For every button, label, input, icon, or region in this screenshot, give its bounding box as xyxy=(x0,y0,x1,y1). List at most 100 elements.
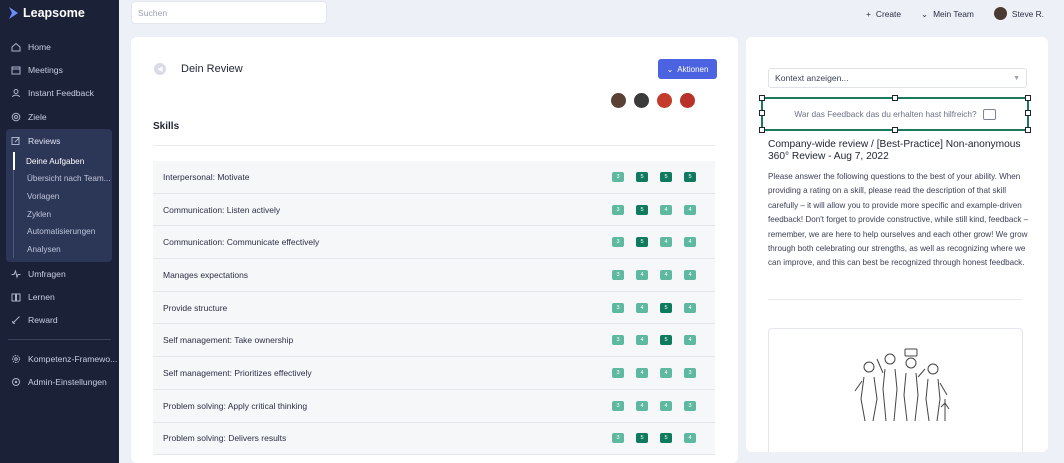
rating-badge: 3 xyxy=(612,367,624,378)
table-row[interactable]: Self management: Take ownership 3 4 5 4 xyxy=(153,324,715,358)
sidebar-item-reward[interactable]: Reward xyxy=(0,309,119,332)
sidebar-subitem-analysen[interactable]: Analysen xyxy=(22,240,112,258)
sidebar-item-lernen[interactable]: Lernen xyxy=(0,285,119,308)
divider xyxy=(153,145,715,146)
review-card: ◀ Dein Review ⌄ Aktionen Skills Interper… xyxy=(131,37,738,463)
table-row[interactable]: Problem solving: Apply critical thinking… xyxy=(153,389,715,423)
reviewer-avatars xyxy=(611,93,695,108)
page-title: Dein Review xyxy=(181,63,243,75)
table-row[interactable]: Provide structure 3 4 5 4 xyxy=(153,291,715,325)
resize-handle[interactable] xyxy=(759,127,765,133)
context-select[interactable]: Kontext anzeigen... ▼ xyxy=(768,68,1027,88)
resize-handle[interactable] xyxy=(759,95,765,101)
sidebar-item-home[interactable]: Home xyxy=(0,35,119,58)
sidebar-subitem-zyklen[interactable]: Zyklen xyxy=(22,205,112,223)
sidebar-subitem-automatisierungen[interactable]: Automatisierungen xyxy=(22,223,112,241)
rating-badge: 3 xyxy=(612,204,624,215)
rating-badge: 3 xyxy=(612,171,624,182)
rating-group: 3 4 4 4 xyxy=(612,269,705,280)
resize-handle[interactable] xyxy=(1025,127,1031,133)
table-row[interactable]: Manages expectations 3 4 4 4 xyxy=(153,259,715,292)
rating-badge: 4 xyxy=(684,302,696,313)
create-button[interactable]: + Create xyxy=(866,9,901,19)
search-input[interactable]: Suchen xyxy=(131,1,327,24)
sidebar-item-umfragen[interactable]: Umfragen xyxy=(0,262,119,285)
review-description: Please answer the following questions to… xyxy=(768,172,1029,268)
sidebar-subitem-vorlagen[interactable]: Vorlagen xyxy=(22,188,112,206)
rating-badge: 4 xyxy=(684,433,696,444)
rating-group: 3 4 4 3 xyxy=(612,367,705,378)
user-menu[interactable]: Steve R. xyxy=(993,7,1044,20)
skill-label: Provide structure xyxy=(163,302,228,313)
sidebar-item-label: Reward xyxy=(28,315,58,326)
sidebar: Leapsome Home Meetings Instant Feedback … xyxy=(0,0,119,463)
sidebar-item-instant-feedback[interactable]: Instant Feedback xyxy=(0,82,119,105)
plus-icon: + xyxy=(865,8,871,19)
home-icon xyxy=(11,42,21,52)
divider xyxy=(768,299,1022,300)
main-nav: Home Meetings Instant Feedback Ziele Rev… xyxy=(0,35,119,394)
table-row[interactable]: Interpersonal: Motivate 3 5 5 5 xyxy=(153,161,715,194)
resize-handle[interactable] xyxy=(892,95,898,101)
skill-label: Communication: Communicate effectively xyxy=(163,237,320,248)
feedback-helpful-prompt[interactable]: War das Feedback das du erhalten hast hi… xyxy=(759,95,1031,133)
rating-badge: 4 xyxy=(684,237,696,248)
sidebar-item-label: Kompetenz-Framewo... xyxy=(28,353,118,364)
calendar-icon xyxy=(11,65,21,75)
rating-badge: 4 xyxy=(636,335,648,346)
resize-handle[interactable] xyxy=(1025,110,1031,116)
sidebar-item-kompetenz-framework[interactable]: Kompetenz-Framewo... xyxy=(0,347,119,370)
sidebar-item-label: Reviews xyxy=(28,135,61,146)
sidebar-item-meetings[interactable]: Meetings xyxy=(0,58,119,81)
rating-badge: 3 xyxy=(612,302,624,313)
table-row[interactable]: Self management: Prioritizes effectively… xyxy=(153,357,715,390)
rating-badge: 5 xyxy=(660,171,672,182)
rating-badge: 5 xyxy=(684,171,696,182)
sidebar-item-label: Meetings xyxy=(28,64,63,75)
sidebar-item-label: Umfragen xyxy=(28,268,66,279)
sidebar-group-reviews: Reviews Deine Aufgaben Übersicht nach Te… xyxy=(6,129,112,263)
avatar[interactable] xyxy=(680,93,695,108)
avatar xyxy=(993,7,1007,20)
sidebar-item-reviews[interactable]: Reviews xyxy=(6,129,112,152)
rating-badge: 5 xyxy=(660,433,672,444)
resize-handle[interactable] xyxy=(759,110,765,116)
review-title: Company-wide review / [Best-Practice] No… xyxy=(768,139,1021,162)
back-arrow-icon[interactable]: ◀ xyxy=(154,63,166,75)
chevron-down-icon: ⌄ xyxy=(921,8,929,19)
sidebar-subitem-deine-aufgaben[interactable]: Deine Aufgaben xyxy=(13,152,112,171)
avatar[interactable] xyxy=(611,93,626,108)
sidebar-item-label: Lernen xyxy=(28,291,55,302)
skill-label: Problem solving: Apply critical thinking xyxy=(163,400,308,411)
avatar[interactable] xyxy=(657,93,672,108)
rating-group: 3 4 5 4 xyxy=(612,335,705,346)
rating-badge: 4 xyxy=(636,367,648,378)
table-row[interactable]: Problem solving: Delivers results 3 5 5 4 xyxy=(153,422,715,456)
skill-label: Manages expectations xyxy=(163,269,249,280)
logo[interactable]: Leapsome xyxy=(0,0,119,26)
sidebar-item-label: Instant Feedback xyxy=(28,88,94,99)
sidebar-subitem-uebersicht-nach-team[interactable]: Übersicht nach Team... xyxy=(22,170,112,188)
rating-group: 3 4 5 4 xyxy=(612,302,705,313)
actions-label: Aktionen xyxy=(677,64,709,74)
chevron-down-icon: ⌄ xyxy=(666,64,674,74)
actions-button[interactable]: ⌄ Aktionen xyxy=(658,59,717,79)
table-row[interactable]: Communication: Communicate effectively 3 5… xyxy=(153,226,715,260)
rating-badge: 3 xyxy=(684,367,696,378)
sidebar-item-label: Admin-Einstellungen xyxy=(28,376,107,387)
my-team-button[interactable]: ⌄ Mein Team xyxy=(921,9,974,19)
table-row[interactable]: Communication: Listen actively 3 5 4 4 xyxy=(153,193,715,227)
sidebar-item-admin-einstellungen[interactable]: Admin-Einstellungen xyxy=(0,370,119,393)
resize-handle[interactable] xyxy=(892,127,898,133)
sidebar-divider xyxy=(8,338,111,340)
rating-badge: 3 xyxy=(612,335,624,346)
rating-badge: 4 xyxy=(684,335,696,346)
avatar[interactable] xyxy=(634,93,649,108)
book-icon xyxy=(11,292,21,302)
user-name: Steve R. xyxy=(1011,8,1044,19)
rating-badge: 3 xyxy=(612,400,624,411)
rating-badge: 3 xyxy=(612,433,624,444)
resize-handle[interactable] xyxy=(1025,95,1031,101)
sidebar-item-ziele[interactable]: Ziele xyxy=(0,105,119,128)
rating-badge: 3 xyxy=(612,269,624,280)
